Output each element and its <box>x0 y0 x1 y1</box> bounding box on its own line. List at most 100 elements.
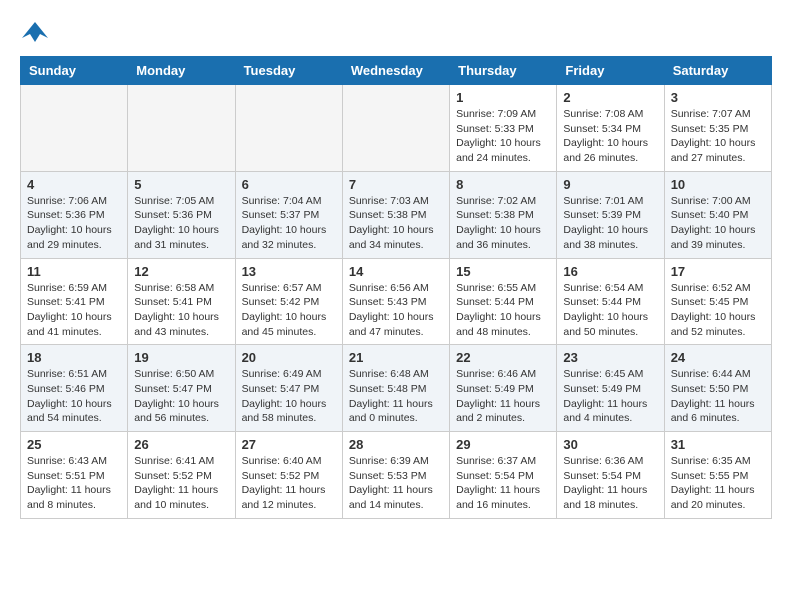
day-number: 14 <box>349 264 443 279</box>
weekday-header-tuesday: Tuesday <box>235 57 342 85</box>
day-info: Sunrise: 6:36 AMSunset: 5:54 PMDaylight:… <box>563 454 657 513</box>
day-number: 19 <box>134 350 228 365</box>
day-number: 30 <box>563 437 657 452</box>
calendar-cell: 23 Sunrise: 6:45 AMSunset: 5:49 PMDayligh… <box>557 345 664 432</box>
day-info: Sunrise: 6:40 AMSunset: 5:52 PMDaylight:… <box>242 454 336 513</box>
calendar-cell: 3Sunrise: 7:07 AMSunset: 5:35 PMDaylight… <box>664 85 771 172</box>
calendar-cell: 27 Sunrise: 6:40 AMSunset: 5:52 PMDayligh… <box>235 432 342 519</box>
calendar-cell: 8 Sunrise: 7:02 AMSunset: 5:38 PMDaylight… <box>450 171 557 258</box>
calendar-cell: 25Sunrise: 6:43 AMSunset: 5:51 PMDayligh… <box>21 432 128 519</box>
day-number: 29 <box>456 437 550 452</box>
calendar-cell: 12 Sunrise: 6:58 AMSunset: 5:41 PMDayligh… <box>128 258 235 345</box>
calendar-cell <box>235 85 342 172</box>
calendar-cell: 20 Sunrise: 6:49 AMSunset: 5:47 PMDayligh… <box>235 345 342 432</box>
calendar-cell: 2 Sunrise: 7:08 AMSunset: 5:34 PMDaylight… <box>557 85 664 172</box>
day-number: 5 <box>134 177 228 192</box>
day-info: Sunrise: 6:50 AMSunset: 5:47 PMDaylight:… <box>134 367 228 426</box>
day-number: 6 <box>242 177 336 192</box>
weekday-header-monday: Monday <box>128 57 235 85</box>
day-number: 18 <box>27 350 121 365</box>
day-number: 26 <box>134 437 228 452</box>
calendar-week-row: 11 Sunrise: 6:59 AMSunset: 5:41 PMDayligh… <box>21 258 772 345</box>
day-info: Sunrise: 6:46 AMSunset: 5:49 PMDaylight:… <box>456 367 550 426</box>
day-info: Sunrise: 7:03 AMSunset: 5:38 PMDaylight:… <box>349 194 443 253</box>
day-number: 24 <box>671 350 765 365</box>
day-number: 13 <box>242 264 336 279</box>
day-info: Sunrise: 6:56 AMSunset: 5:43 PMDaylight:… <box>349 281 443 340</box>
day-info: Sunrise: 6:45 AMSunset: 5:49 PMDaylight:… <box>563 367 657 426</box>
calendar-cell: 4Sunrise: 7:06 AMSunset: 5:36 PMDaylight… <box>21 171 128 258</box>
day-number: 15 <box>456 264 550 279</box>
weekday-header-friday: Friday <box>557 57 664 85</box>
day-info: Sunrise: 6:39 AMSunset: 5:53 PMDaylight:… <box>349 454 443 513</box>
day-info: Sunrise: 6:41 AMSunset: 5:52 PMDaylight:… <box>134 454 228 513</box>
day-info: Sunrise: 6:43 AMSunset: 5:51 PMDaylight:… <box>27 454 121 513</box>
weekday-header-wednesday: Wednesday <box>342 57 449 85</box>
day-number: 27 <box>242 437 336 452</box>
day-info: Sunrise: 7:07 AMSunset: 5:35 PMDaylight:… <box>671 107 765 166</box>
weekday-header-row: SundayMondayTuesdayWednesdayThursdayFrid… <box>21 57 772 85</box>
logo <box>20 20 54 46</box>
day-number: 7 <box>349 177 443 192</box>
day-info: Sunrise: 7:01 AMSunset: 5:39 PMDaylight:… <box>563 194 657 253</box>
calendar-cell: 11 Sunrise: 6:59 AMSunset: 5:41 PMDayligh… <box>21 258 128 345</box>
calendar-week-row: 25Sunrise: 6:43 AMSunset: 5:51 PMDayligh… <box>21 432 772 519</box>
day-number: 10 <box>671 177 765 192</box>
weekday-header-thursday: Thursday <box>450 57 557 85</box>
calendar-cell <box>128 85 235 172</box>
day-number: 8 <box>456 177 550 192</box>
day-info: Sunrise: 7:02 AMSunset: 5:38 PMDaylight:… <box>456 194 550 253</box>
calendar-cell: 16 Sunrise: 6:54 AMSunset: 5:44 PMDayligh… <box>557 258 664 345</box>
calendar-week-row: 4Sunrise: 7:06 AMSunset: 5:36 PMDaylight… <box>21 171 772 258</box>
day-info: Sunrise: 6:55 AMSunset: 5:44 PMDaylight:… <box>456 281 550 340</box>
day-info: Sunrise: 7:00 AMSunset: 5:40 PMDaylight:… <box>671 194 765 253</box>
calendar-cell: 6 Sunrise: 7:04 AMSunset: 5:37 PMDaylight… <box>235 171 342 258</box>
day-number: 31 <box>671 437 765 452</box>
day-number: 1 <box>456 90 550 105</box>
calendar-cell: 1 Sunrise: 7:09 AMSunset: 5:33 PMDaylight… <box>450 85 557 172</box>
day-number: 20 <box>242 350 336 365</box>
day-info: Sunrise: 6:54 AMSunset: 5:44 PMDaylight:… <box>563 281 657 340</box>
day-info: Sunrise: 6:35 AMSunset: 5:55 PMDaylight:… <box>671 454 765 513</box>
day-info: Sunrise: 7:09 AMSunset: 5:33 PMDaylight:… <box>456 107 550 166</box>
day-number: 12 <box>134 264 228 279</box>
day-info: Sunrise: 7:08 AMSunset: 5:34 PMDaylight:… <box>563 107 657 166</box>
day-number: 28 <box>349 437 443 452</box>
weekday-header-saturday: Saturday <box>664 57 771 85</box>
day-number: 9 <box>563 177 657 192</box>
calendar-week-row: 1 Sunrise: 7:09 AMSunset: 5:33 PMDaylight… <box>21 85 772 172</box>
day-number: 23 <box>563 350 657 365</box>
calendar-cell <box>342 85 449 172</box>
day-info: Sunrise: 7:05 AMSunset: 5:36 PMDaylight:… <box>134 194 228 253</box>
calendar-cell: 17 Sunrise: 6:52 AMSunset: 5:45 PMDayligh… <box>664 258 771 345</box>
day-number: 17 <box>671 264 765 279</box>
calendar-cell: 29Sunrise: 6:37 AMSunset: 5:54 PMDayligh… <box>450 432 557 519</box>
header <box>20 20 772 46</box>
calendar-cell: 5 Sunrise: 7:05 AMSunset: 5:36 PMDaylight… <box>128 171 235 258</box>
calendar-cell: 31 Sunrise: 6:35 AMSunset: 5:55 PMDayligh… <box>664 432 771 519</box>
day-info: Sunrise: 6:58 AMSunset: 5:41 PMDaylight:… <box>134 281 228 340</box>
calendar-cell: 26 Sunrise: 6:41 AMSunset: 5:52 PMDayligh… <box>128 432 235 519</box>
day-info: Sunrise: 6:44 AMSunset: 5:50 PMDaylight:… <box>671 367 765 426</box>
day-info: Sunrise: 7:06 AMSunset: 5:36 PMDaylight:… <box>27 194 121 253</box>
day-number: 21 <box>349 350 443 365</box>
weekday-header-sunday: Sunday <box>21 57 128 85</box>
day-info: Sunrise: 6:57 AMSunset: 5:42 PMDaylight:… <box>242 281 336 340</box>
day-info: Sunrise: 6:52 AMSunset: 5:45 PMDaylight:… <box>671 281 765 340</box>
day-info: Sunrise: 6:48 AMSunset: 5:48 PMDaylight:… <box>349 367 443 426</box>
calendar-table: SundayMondayTuesdayWednesdayThursdayFrid… <box>20 56 772 519</box>
calendar-cell: 7 Sunrise: 7:03 AMSunset: 5:38 PMDaylight… <box>342 171 449 258</box>
day-number: 11 <box>27 264 121 279</box>
calendar-cell: 9 Sunrise: 7:01 AMSunset: 5:39 PMDaylight… <box>557 171 664 258</box>
day-info: Sunrise: 6:51 AMSunset: 5:46 PMDaylight:… <box>27 367 121 426</box>
day-number: 16 <box>563 264 657 279</box>
calendar-week-row: 18 Sunrise: 6:51 AMSunset: 5:46 PMDayligh… <box>21 345 772 432</box>
day-info: Sunrise: 6:59 AMSunset: 5:41 PMDaylight:… <box>27 281 121 340</box>
calendar-cell: 22Sunrise: 6:46 AMSunset: 5:49 PMDayligh… <box>450 345 557 432</box>
day-info: Sunrise: 6:49 AMSunset: 5:47 PMDaylight:… <box>242 367 336 426</box>
calendar-cell: 13 Sunrise: 6:57 AMSunset: 5:42 PMDayligh… <box>235 258 342 345</box>
calendar-cell: 24 Sunrise: 6:44 AMSunset: 5:50 PMDayligh… <box>664 345 771 432</box>
calendar-cell: 14 Sunrise: 6:56 AMSunset: 5:43 PMDayligh… <box>342 258 449 345</box>
day-number: 2 <box>563 90 657 105</box>
day-info: Sunrise: 7:04 AMSunset: 5:37 PMDaylight:… <box>242 194 336 253</box>
